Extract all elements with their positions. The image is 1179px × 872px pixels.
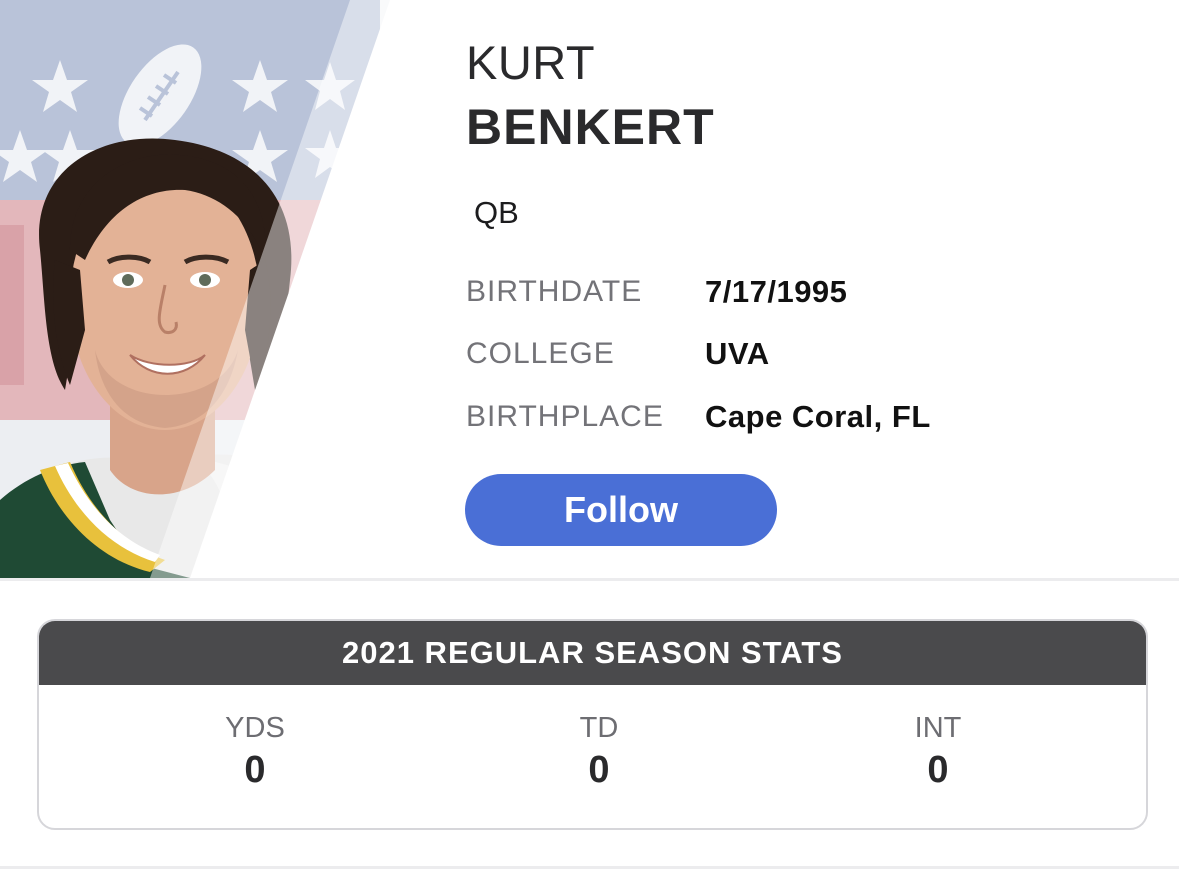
player-position: QB — [474, 195, 519, 230]
player-profile-page: KURT BENKERT QB BIRTHDATE 7/17/1995 COLL… — [0, 0, 1179, 872]
player-first-name: KURT — [466, 36, 596, 89]
stat-td: TD 0 — [479, 711, 719, 793]
birthplace-value: Cape Coral, FL — [705, 399, 931, 434]
stat-value: 0 — [927, 749, 949, 791]
player-photo — [0, 0, 460, 578]
stat-int: INT 0 — [818, 711, 1058, 793]
college-label: COLLEGE — [466, 337, 615, 370]
stat-label: TD — [579, 712, 619, 744]
birthdate-label: BIRTHDATE — [466, 275, 643, 308]
stat-label: YDS — [225, 712, 285, 744]
birthplace-label: BIRTHPLACE — [466, 400, 664, 433]
birthdate-value: 7/17/1995 — [705, 274, 848, 309]
section-divider — [0, 578, 1179, 581]
stats-title: 2021 REGULAR SEASON STATS — [39, 621, 1146, 685]
info-row-birthplace: BIRTHPLACE Cape Coral, FL — [466, 397, 1106, 437]
season-stats-card: 2021 REGULAR SEASON STATS YDS 0 TD 0 INT… — [37, 619, 1148, 830]
stat-yds: YDS 0 — [135, 711, 375, 793]
info-row-birthdate: BIRTHDATE 7/17/1995 — [466, 272, 1106, 312]
college-value: UVA — [705, 336, 770, 371]
stat-value: 0 — [588, 749, 610, 791]
bottom-divider — [0, 866, 1179, 869]
player-header: KURT BENKERT QB BIRTHDATE 7/17/1995 COLL… — [0, 0, 1179, 578]
stat-label: INT — [914, 712, 962, 744]
follow-button[interactable]: Follow — [465, 474, 777, 546]
stat-value: 0 — [244, 749, 266, 791]
info-row-college: COLLEGE UVA — [466, 334, 1106, 374]
player-last-name: BENKERT — [466, 99, 715, 155]
